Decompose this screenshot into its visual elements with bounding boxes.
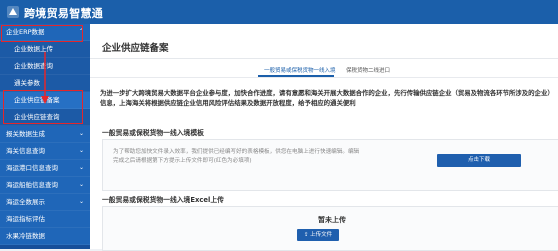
chevron-down-icon: ⌄ <box>78 181 84 188</box>
sidebar-item-declaration[interactable]: 报关数据生成 ⌄ <box>0 126 90 143</box>
sidebar-item-label: 水果冷链数据 <box>6 232 45 240</box>
sidebar-item-cold-chain[interactable]: 水果冷链数据 <box>0 228 90 245</box>
chevron-up-icon: ⌃ <box>78 28 84 35</box>
tab-general-trade-inbound[interactable]: 一般贸易或保税货物一线入境 <box>264 66 336 74</box>
sidebar-item-customs-info[interactable]: 海关信息查询 ⌄ <box>0 143 90 160</box>
sidebar-item-erp-data[interactable]: 企业ERP数据 ⌃ <box>0 24 90 41</box>
arrow-down-icon <box>41 52 49 104</box>
tab-bonded-import[interactable]: 保税货物二线进口 <box>346 66 390 74</box>
sidebar-item-label: 海运港口信息查询 <box>6 164 58 172</box>
upload-file-button[interactable]: ⇪ 上传文件 <box>297 229 339 241</box>
sidebar-item-label: 企业供应链查询 <box>14 113 60 121</box>
page-title: 企业供应链备案 <box>102 43 169 54</box>
upload-file-label: 上传文件 <box>310 232 333 238</box>
chevron-down-icon: ⌄ <box>78 164 84 171</box>
chevron-down-icon: ⌄ <box>78 147 84 154</box>
template-section-title: 一般贸易或保税货物一线入境模板 <box>102 129 204 137</box>
download-button[interactable]: 点击下载 <box>437 154 521 167</box>
template-card: 为了帮助您加快文件录入效率，我们提供已经编写好的表格模板，供您在电脑上进行快速编… <box>102 139 558 191</box>
sidebar-item-label: 报关数据生成 <box>6 130 45 138</box>
sidebar-item-shipping-metrics[interactable]: 海运指标评估 <box>0 211 90 228</box>
sidebar-item-label: 海运船舶信息查询 <box>6 181 58 189</box>
upload-section-title: 一般贸易或保税货物一线入境Excel上传 <box>102 196 224 204</box>
divider <box>90 58 558 59</box>
sidebar-item-ship-info[interactable]: 海运船舶信息查询 ⌄ <box>0 177 90 194</box>
sidebar-item-label: 海运全数展示 <box>6 198 45 206</box>
upload-status: 暂未上传 <box>318 216 346 224</box>
intro-text: 为进一步扩大跨境贸易大数据平台企业参与度，加快合作进度，请有意愿和海关开展大数据… <box>100 89 554 107</box>
divider <box>90 77 558 78</box>
sidebar-item-label: 海运指标评估 <box>6 215 45 223</box>
main-content: 企业供应链备案 一般贸易或保税货物一线入境 保税货物二线进口 为进一步扩大跨境贸… <box>90 24 558 251</box>
sidebar-item-shipping-display[interactable]: 海运全数展示 ⌄ <box>0 194 90 211</box>
top-bar: 跨境贸易智慧通 <box>0 0 558 24</box>
sidebar-item-label: 通关参数 <box>14 79 40 87</box>
sidebar-item-label: 企业供应链备案 <box>14 96 60 104</box>
chevron-down-icon: ⌄ <box>78 130 84 137</box>
sidebar-item-port-info[interactable]: 海运港口信息查询 ⌄ <box>0 160 90 177</box>
template-description: 为了帮助您加快文件录入效率，我们提供已经编写好的表格模板，供您在电脑上进行快速编… <box>113 149 360 164</box>
sidebar-item-supply-chain-query[interactable]: 企业供应链查询 <box>0 109 90 126</box>
sidebar-item-label: 企业ERP数据 <box>6 28 45 36</box>
logo-icon <box>7 6 19 18</box>
app-title: 跨境贸易智慧通 <box>24 7 104 20</box>
upload-card: 暂未上传 ⇪ 上传文件 <box>102 206 558 251</box>
chevron-down-icon: ⌄ <box>78 198 84 205</box>
sidebar-item-label: 海关信息查询 <box>6 147 45 155</box>
